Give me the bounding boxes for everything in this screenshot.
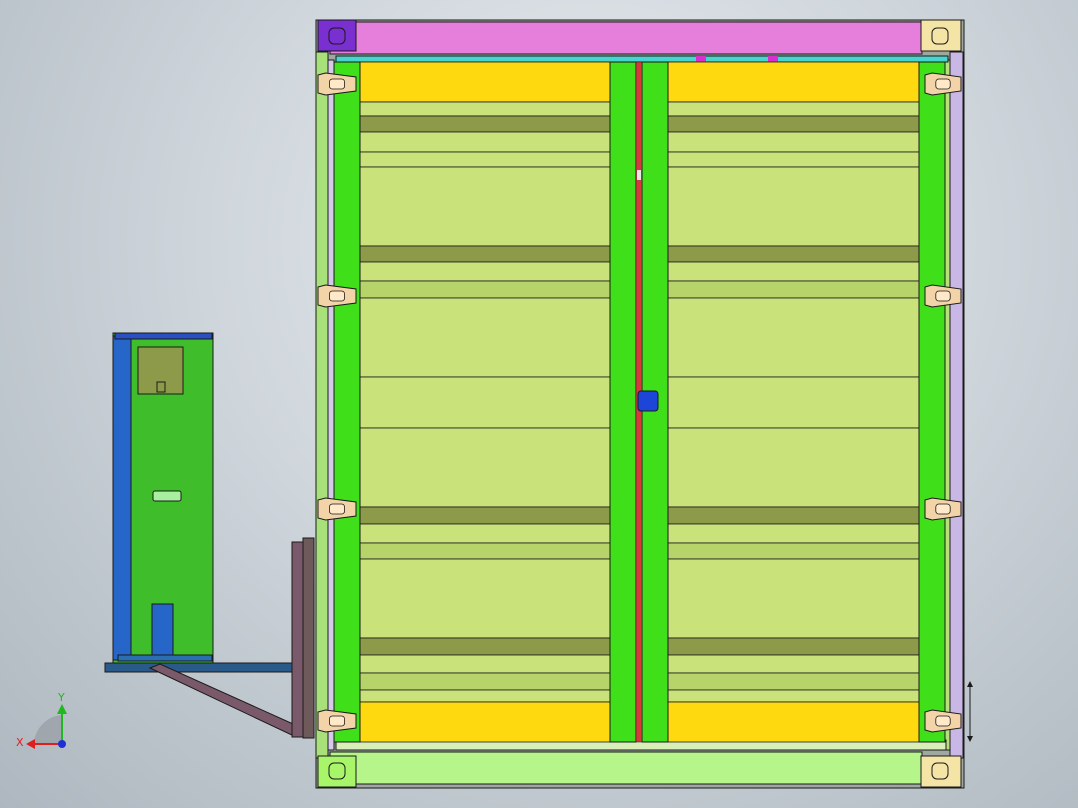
door-panel-band <box>667 166 920 247</box>
coordinate-triad: Y X <box>16 691 67 749</box>
door-panel-band <box>667 101 920 117</box>
door-panel-band <box>359 523 611 544</box>
side-unit-blue-panel <box>112 335 132 661</box>
door-panel-band <box>667 297 920 378</box>
side-unit[interactable] <box>112 332 214 664</box>
door-panel-band <box>667 506 920 525</box>
side-unit-top-cap <box>114 332 213 340</box>
door-latch[interactable] <box>637 390 659 412</box>
corner-casting-top-right <box>920 19 962 52</box>
top-seal-strip <box>335 55 949 63</box>
side-unit-handle[interactable] <box>152 490 182 502</box>
door-hinge-pin <box>328 715 345 727</box>
door-panel-band <box>359 654 611 674</box>
door-panel-band <box>359 131 611 153</box>
door-panel-band <box>359 506 611 525</box>
door-panel-band <box>667 689 920 703</box>
door-panel-band <box>359 101 611 117</box>
door-right[interactable] <box>667 61 920 743</box>
corner-casting-top-left <box>317 19 357 52</box>
bottom-beam <box>329 751 923 785</box>
door-panel-band <box>667 61 920 103</box>
door-hinge-pin <box>328 290 345 302</box>
door-hinge-pin <box>935 78 951 90</box>
corner-casting-bottom-left <box>317 755 357 788</box>
door-panel-band <box>359 297 611 378</box>
y-axis-label: Y <box>57 691 65 704</box>
door-panel-band <box>359 115 611 133</box>
door-panel-band <box>667 115 920 133</box>
door-panel-band <box>667 280 920 299</box>
door-panel-band <box>359 376 611 429</box>
door-panel-band <box>667 376 920 429</box>
side-unit-access-plate <box>137 346 184 395</box>
door-panel-band <box>667 637 920 656</box>
left-post <box>315 51 329 759</box>
door-panel-band <box>359 689 611 703</box>
side-unit-bottom-plate <box>151 603 174 658</box>
door-hinge-pin <box>935 503 951 515</box>
top-beam <box>329 21 923 55</box>
door-left[interactable] <box>359 61 611 743</box>
door-panel-band <box>667 542 920 560</box>
door-panel-band <box>667 558 920 639</box>
door-panel-band <box>667 245 920 263</box>
door-panel-band <box>359 280 611 299</box>
cad-drawing: Y X <box>16 19 973 789</box>
x-axis-label: X <box>16 736 24 749</box>
door-panel-band <box>667 131 920 153</box>
door-left-inner-bar <box>609 61 637 743</box>
door-panel-band <box>667 654 920 674</box>
door-panel-band <box>359 672 611 691</box>
corner-casting-bottom-right <box>920 755 962 788</box>
door-right-outer-bar <box>918 61 946 743</box>
door-hinge-pin <box>328 503 345 515</box>
door-panel-band <box>359 637 611 656</box>
dimension-marker <box>967 681 973 742</box>
door-panel-band <box>359 261 611 282</box>
door-panel-band <box>359 61 611 103</box>
door-left-outer-bar <box>333 61 361 743</box>
door-panel-band <box>359 166 611 247</box>
door-hinge-pin <box>935 715 951 727</box>
door-panel-band <box>359 245 611 263</box>
cad-viewport[interactable]: Y X <box>0 0 1078 808</box>
door-panel-band <box>667 151 920 168</box>
door-panel-band <box>359 151 611 168</box>
door-panel-band <box>667 427 920 508</box>
door-panel-band <box>359 701 611 743</box>
door-panel-band <box>667 523 920 544</box>
door-panel-band <box>359 542 611 560</box>
door-panel-band <box>359 427 611 508</box>
door-panel-band <box>359 558 611 639</box>
z-axis-dot <box>58 740 66 748</box>
door-hinge-pin <box>935 290 951 302</box>
door-panel-band <box>667 701 920 743</box>
door-hinge-pin <box>328 78 345 90</box>
door-panel-band <box>667 261 920 282</box>
door-panel-band <box>667 672 920 691</box>
right-post <box>949 51 964 759</box>
